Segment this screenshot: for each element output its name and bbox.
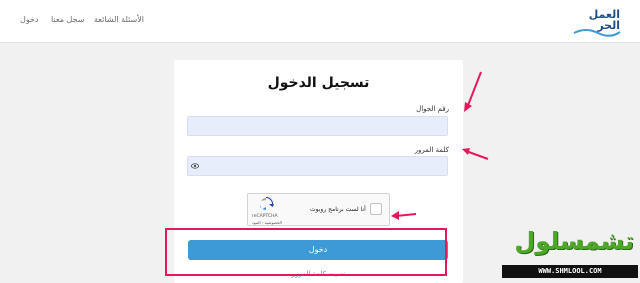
phone-label: رقم الجوال (416, 105, 449, 113)
watermark-url: WWW.SHMLOOL.COM (502, 265, 638, 278)
site-logo[interactable]: العمل الحر (572, 6, 622, 38)
captcha-label: أنا لست برنامج روبوت (310, 206, 366, 213)
watermark: تشمسلول WWW.SHMLOOL.COM (492, 223, 640, 283)
password-label: كلمة المرور (414, 146, 449, 154)
forgot-password-link[interactable]: نسيت كلمة المرور (174, 270, 463, 278)
page-title: تسجيل الدخول (267, 75, 370, 91)
eye-icon[interactable] (191, 162, 199, 170)
login-card: تسجيل الدخول رقم الجوال كلمة المرور أنا … (174, 60, 463, 283)
recaptcha-icon (260, 197, 274, 210)
nav-faq-link[interactable]: الأسئلة الشائعة (94, 15, 144, 24)
captcha-terms[interactable]: الخصوصية - البنود (252, 220, 282, 225)
nav-register-link[interactable]: سجل معنا (51, 15, 84, 24)
top-header: دخول سجل معنا الأسئلة الشائعة العمل الحر (0, 0, 640, 43)
captcha-checkbox[interactable] (370, 203, 382, 215)
svg-text:الحر: الحر (596, 19, 620, 32)
password-field[interactable] (187, 156, 448, 176)
login-button[interactable]: دخول (188, 240, 448, 260)
phone-field[interactable] (187, 116, 448, 136)
arrow-icon (464, 71, 482, 112)
recaptcha-widget: أنا لست برنامج روبوت reCAPTCHA الخصوصية … (247, 193, 390, 226)
watermark-title: تشمسلول (514, 227, 634, 255)
nav-login-link[interactable]: دخول (20, 15, 38, 24)
arrow-icon (462, 148, 489, 160)
captcha-brand: reCAPTCHA (252, 214, 278, 219)
